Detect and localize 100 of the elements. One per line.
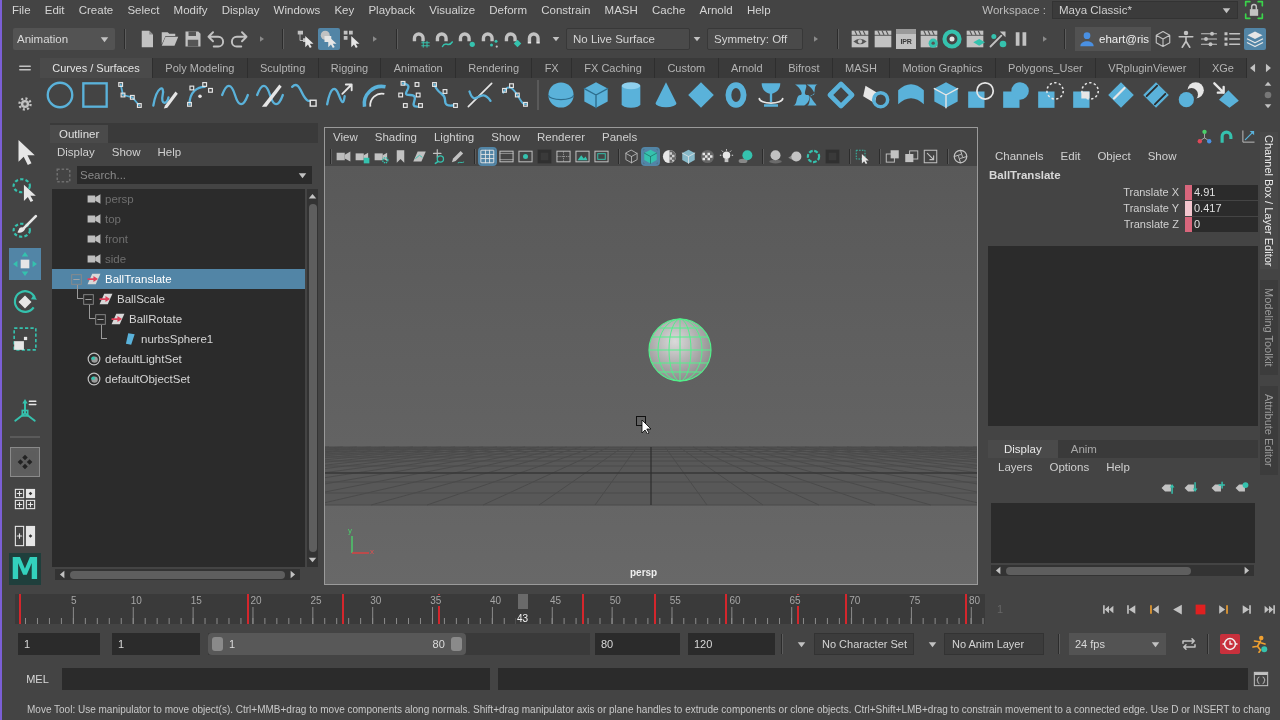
side-tab[interactable]: Channel Box / Layer Editor bbox=[1260, 132, 1278, 270]
cube-icon[interactable] bbox=[582, 81, 610, 109]
stacked-squares-icon[interactable] bbox=[904, 148, 919, 164]
square-notch-icon[interactable] bbox=[1072, 81, 1100, 109]
workspace-dropdown[interactable]: Maya Classic* bbox=[1052, 1, 1238, 19]
shelf-tab[interactable]: Polygons_User bbox=[995, 58, 1096, 78]
menu-item[interactable]: View bbox=[333, 131, 358, 143]
circle-icon[interactable] bbox=[46, 81, 74, 109]
shelf-tab[interactable]: MASH bbox=[832, 58, 891, 78]
striped-diamond-icon[interactable] bbox=[1107, 81, 1135, 109]
arc-points-icon[interactable] bbox=[186, 81, 214, 109]
tag-plus-icon[interactable] bbox=[1211, 481, 1225, 495]
menu-item[interactable]: Display bbox=[221, 4, 260, 16]
play-reverse-icon[interactable] bbox=[1171, 602, 1184, 616]
running-figure-icon[interactable] bbox=[1250, 635, 1268, 653]
step-back-icon[interactable] bbox=[1125, 602, 1138, 616]
skip-back-icon[interactable] bbox=[1102, 602, 1115, 616]
layer-tab[interactable]: Display bbox=[988, 440, 1058, 458]
channel-name[interactable]: Translate Y bbox=[984, 202, 1185, 214]
menu-item[interactable]: Object bbox=[1097, 150, 1131, 162]
menu-item[interactable]: Constrain bbox=[541, 4, 591, 16]
curve-square-icon[interactable] bbox=[291, 81, 319, 109]
fps-dropdown[interactable]: 24 fps bbox=[1069, 633, 1166, 655]
triangle-left-icon[interactable] bbox=[994, 566, 1003, 575]
triangle-down-icon[interactable] bbox=[1264, 102, 1272, 110]
dot-icon[interactable] bbox=[1264, 91, 1272, 99]
perspective-view[interactable]: y x persp bbox=[325, 166, 977, 584]
outliner-item[interactable]: BallScale bbox=[52, 289, 305, 309]
clapboard-gear-icon[interactable] bbox=[919, 29, 939, 49]
triangle-left-icon[interactable] bbox=[1248, 63, 1258, 73]
minus-box-icon[interactable] bbox=[83, 293, 94, 305]
nested-frame-icon[interactable] bbox=[594, 148, 609, 164]
shelf-tab[interactable]: Arnold bbox=[718, 58, 776, 78]
range-handle[interactable] bbox=[450, 637, 462, 651]
menu-item[interactable]: Cache bbox=[652, 4, 686, 16]
menu-item[interactable]: Deform bbox=[489, 4, 527, 16]
shelf-tab[interactable]: Poly Modeling bbox=[153, 58, 248, 78]
menu-item[interactable]: Key bbox=[334, 4, 355, 16]
clapboard-stack-icon[interactable] bbox=[965, 29, 985, 49]
end-frame-field[interactable]: 120 bbox=[688, 633, 775, 655]
dotted-curve-icon[interactable] bbox=[396, 81, 424, 109]
disc-crescent-icon[interactable] bbox=[1177, 81, 1205, 109]
caret-icon[interactable] bbox=[552, 35, 560, 43]
language-toggle[interactable]: MEL bbox=[15, 668, 60, 690]
user-account-button[interactable]: ehart@ris bbox=[1075, 27, 1151, 51]
outliner-item[interactable]: defaultLightSet bbox=[52, 349, 305, 369]
vertical-scrollbar[interactable] bbox=[307, 189, 318, 567]
search-field[interactable]: Search... bbox=[77, 166, 312, 184]
outliner-item[interactable]: BallTranslate bbox=[52, 269, 305, 289]
aperture-icon[interactable] bbox=[953, 148, 968, 164]
playback-start-field[interactable]: 1 bbox=[112, 633, 200, 655]
shaded-ball-icon[interactable] bbox=[768, 148, 783, 164]
tag-dot-icon[interactable] bbox=[1235, 481, 1249, 495]
settings-icon[interactable] bbox=[18, 97, 32, 111]
menu-item[interactable]: Edit bbox=[44, 4, 65, 16]
caret-icon[interactable] bbox=[928, 639, 937, 649]
magnet-point-icon[interactable] bbox=[458, 30, 476, 48]
overlap-squares-icon[interactable] bbox=[885, 148, 900, 164]
menu-item[interactable]: Panels bbox=[601, 131, 638, 143]
caret-icon[interactable] bbox=[1222, 5, 1231, 15]
live-surface-field[interactable]: No Live Surface bbox=[566, 28, 690, 50]
dashed-ring-icon[interactable] bbox=[806, 148, 821, 164]
time-slider[interactable]: 5 10 15 20 25 30 35 40 45 50 55 60 65 70 75 80 43 bbox=[15, 594, 985, 624]
curve-points-icon[interactable] bbox=[116, 81, 144, 109]
manipulator-axes-icon[interactable] bbox=[12, 398, 38, 425]
channel-value-field[interactable]: 4.91 bbox=[1192, 184, 1258, 200]
menu-item[interactable]: Show bbox=[491, 131, 520, 143]
sphere-icon[interactable] bbox=[547, 81, 575, 109]
symmetry-dropdown[interactable]: Symmetry: Off bbox=[707, 28, 803, 50]
channel-value-field[interactable]: 0 bbox=[1192, 216, 1258, 232]
film-strip-icon[interactable] bbox=[499, 148, 514, 164]
menu-item[interactable]: Visualize bbox=[429, 4, 476, 16]
magnet-grid-icon[interactable] bbox=[412, 30, 430, 48]
menu-item[interactable]: Renderer bbox=[537, 131, 585, 143]
wire-shaded-cube-icon[interactable] bbox=[681, 148, 696, 164]
menu-item[interactable]: Lighting bbox=[433, 131, 475, 143]
dashed-frame-icon[interactable] bbox=[556, 148, 571, 164]
menu-item[interactable]: Edit bbox=[1060, 150, 1081, 162]
outliner-item[interactable]: nurbsSphere1 bbox=[52, 329, 305, 349]
square-disc-icon[interactable] bbox=[1002, 81, 1030, 109]
dashed-cursor-icon[interactable] bbox=[855, 148, 870, 164]
caret-icon[interactable] bbox=[693, 35, 701, 43]
shelf-tab[interactable]: FX bbox=[532, 58, 572, 78]
shelf-tab[interactable]: Curves / Surfaces bbox=[40, 58, 153, 78]
shelf-tab[interactable]: Custom bbox=[655, 58, 719, 78]
menu-set-dropdown[interactable]: Animation bbox=[13, 28, 115, 50]
scrollbar-thumb[interactable] bbox=[308, 204, 317, 552]
start-frame-field[interactable]: 1 bbox=[18, 633, 100, 655]
triangle-up-icon[interactable] bbox=[1264, 80, 1272, 88]
triangle-left-icon[interactable] bbox=[58, 570, 67, 579]
menu-item[interactable]: Modify bbox=[173, 4, 208, 16]
horizontal-scrollbar[interactable] bbox=[991, 565, 1254, 576]
shelf-tab[interactable]: VRpluginViewer bbox=[1096, 58, 1200, 78]
channel-value-field[interactable]: 0.417 bbox=[1192, 200, 1258, 216]
square-dashed-circle-icon[interactable] bbox=[1037, 81, 1065, 109]
range-slider-fill[interactable] bbox=[208, 633, 466, 655]
magnet-tag-icon[interactable] bbox=[504, 30, 522, 48]
arch-icon[interactable] bbox=[1219, 128, 1234, 144]
split-diamond-icon[interactable] bbox=[1142, 81, 1170, 109]
caret-icon[interactable] bbox=[298, 170, 307, 180]
